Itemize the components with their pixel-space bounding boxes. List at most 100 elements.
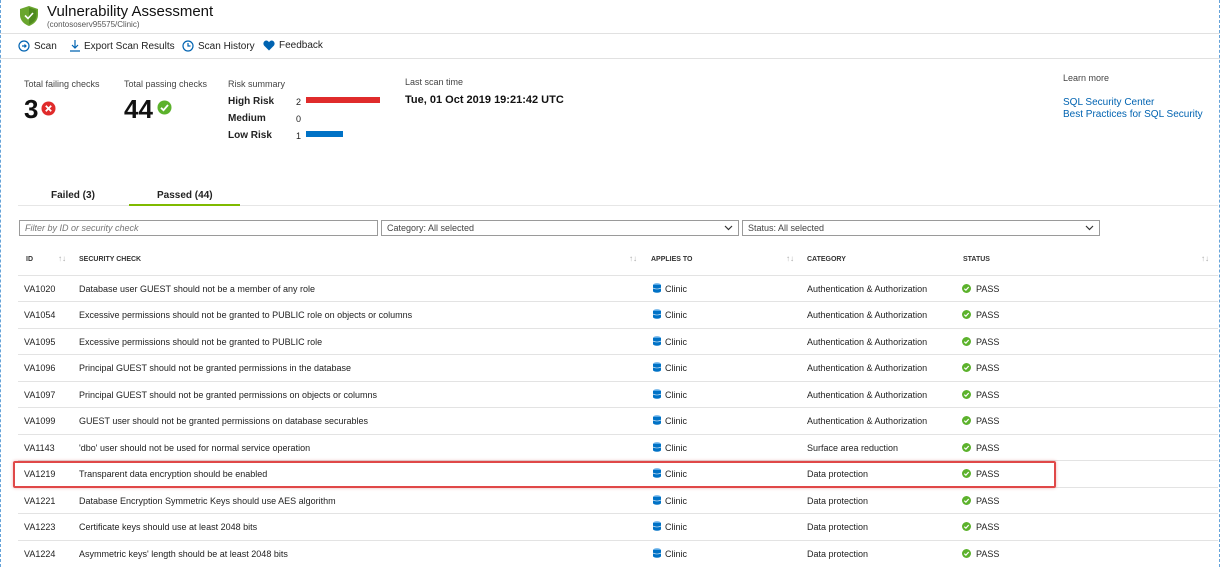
- row-id: VA1020: [24, 284, 56, 294]
- database-icon: [653, 415, 661, 426]
- table-row[interactable]: VA1095 Excessive permissions should not b…: [18, 327, 1218, 355]
- row-security-check: Asymmetric keys' length should be at lea…: [79, 548, 288, 559]
- row-applies-to: Clinic: [665, 495, 688, 506]
- row-security-check: Principal GUEST should not be granted pe…: [79, 389, 377, 400]
- database-icon: [653, 547, 661, 558]
- row-status: PASS: [976, 548, 1000, 559]
- command-bar: Scan Export Scan Results Scan History Fe…: [0, 34, 1220, 59]
- status-filter-dropdown[interactable]: Status: All selected: [742, 220, 1100, 236]
- row-category: Data protection: [807, 495, 869, 506]
- row-id: VA1224: [24, 548, 56, 559]
- row-category: Authentication & Authorization: [807, 310, 928, 321]
- row-id: VA1099: [24, 416, 56, 427]
- high-risk-count: 2: [296, 97, 302, 107]
- row-status: PASS: [976, 495, 1000, 506]
- best-practices-link[interactable]: Best Practices for SQL Security: [1063, 109, 1203, 120]
- history-icon: [182, 40, 194, 52]
- row-applies-to: Clinic: [665, 548, 688, 559]
- column-header-id[interactable]: ID: [26, 256, 33, 263]
- medium-risk-count: 0: [296, 114, 302, 124]
- tab-failed[interactable]: Failed (3): [51, 190, 95, 201]
- table-row[interactable]: VA1099 GUEST user should not be granted p…: [18, 407, 1218, 434]
- row-id: VA1097: [24, 389, 56, 400]
- database-icon: [653, 336, 661, 346]
- low-risk-label: Low Risk: [228, 130, 272, 141]
- table-row[interactable]: VA1223 Certificate keys should use at lea…: [18, 513, 1218, 540]
- low-risk-count: 1: [296, 131, 302, 141]
- row-security-check: Certificate keys should use at least 204…: [79, 522, 258, 533]
- sort-icon[interactable]: ↑↓: [629, 254, 637, 263]
- row-applies-to: Clinic: [665, 522, 688, 533]
- database-icon: [653, 521, 661, 531]
- search-filter-input[interactable]: [19, 220, 378, 236]
- passing-checks-label: Total passing checks: [124, 79, 208, 89]
- category-filter-dropdown[interactable]: Category: All selected: [381, 220, 739, 236]
- row-status: PASS: [976, 284, 1000, 294]
- pass-status-icon: [962, 548, 971, 558]
- sql-security-center-link[interactable]: SQL Security Center: [1063, 97, 1154, 108]
- pass-check-icon: [157, 100, 172, 115]
- row-id: VA1096: [24, 363, 56, 374]
- row-category: Authentication & Authorization: [807, 336, 928, 347]
- table-row[interactable]: VA1020 Database user GUEST should not be …: [18, 275, 1218, 302]
- fail-x-icon: [41, 101, 56, 116]
- table-row[interactable]: VA1143 'dbo' user should not be used for …: [18, 433, 1218, 461]
- scan-history-button[interactable]: Scan History: [182, 40, 255, 52]
- table-row[interactable]: VA1097 Principal GUEST should not be gran…: [18, 380, 1218, 408]
- chevron-down-icon: [724, 225, 733, 231]
- export-scan-results-button[interactable]: Export Scan Results: [70, 40, 175, 52]
- blade-header: Vulnerability Assessment (contososerv955…: [0, 0, 1220, 34]
- pass-status-icon: [962, 522, 971, 532]
- pass-status-icon: [962, 310, 971, 320]
- row-security-check: Database user GUEST should not be a memb…: [79, 284, 315, 294]
- column-header-category[interactable]: CATEGORY: [807, 256, 846, 263]
- sort-icon[interactable]: ↑↓: [58, 254, 66, 263]
- export-label: Export Scan Results: [84, 40, 175, 52]
- scan-label: Scan: [34, 40, 57, 52]
- pass-status-icon: [962, 495, 971, 505]
- high-risk-bar: [306, 97, 380, 103]
- feedback-button[interactable]: Feedback: [263, 40, 323, 51]
- table-row[interactable]: VA1224 Asymmetric keys' length should be …: [18, 539, 1218, 567]
- pass-status-icon: [962, 284, 971, 293]
- row-applies-to: Clinic: [665, 389, 688, 400]
- column-header-applies-to[interactable]: APPLIES TO: [651, 256, 693, 263]
- row-id: VA1143: [24, 442, 55, 453]
- database-icon: [653, 309, 661, 320]
- last-scan-label: Last scan time: [405, 77, 464, 87]
- column-header-status[interactable]: STATUS: [963, 256, 990, 263]
- security-shield-icon: [20, 6, 38, 26]
- scan-button[interactable]: Scan: [18, 40, 57, 52]
- table-row[interactable]: VA1054 Excessive permissions should not b…: [18, 301, 1218, 328]
- row-status: PASS: [976, 310, 1000, 321]
- row-id: VA1095: [24, 336, 56, 347]
- row-status: PASS: [976, 416, 1000, 427]
- row-status: PASS: [976, 389, 1000, 400]
- table-row[interactable]: VA1221 Database Encryption Symmetric Keys…: [18, 486, 1218, 514]
- sort-icon[interactable]: ↑↓: [1201, 254, 1209, 263]
- database-icon: [653, 441, 661, 452]
- row-security-check: Excessive permissions should not be gran…: [79, 310, 413, 321]
- row-category: Authentication & Authorization: [807, 416, 928, 427]
- download-icon: [70, 40, 80, 52]
- medium-risk-label: Medium: [228, 113, 266, 124]
- database-icon: [653, 494, 661, 505]
- chevron-down-icon: [1085, 225, 1094, 231]
- row-category: Data protection: [807, 548, 869, 559]
- row-status: PASS: [976, 363, 1000, 374]
- sort-icon[interactable]: ↑↓: [786, 254, 794, 263]
- row-category: Authentication & Authorization: [807, 389, 928, 400]
- table-row[interactable]: VA1096 Principal GUEST should not be gran…: [18, 354, 1218, 381]
- column-header-security-check[interactable]: SECURITY CHECK: [79, 256, 141, 263]
- history-label: Scan History: [198, 40, 255, 52]
- row-status: PASS: [976, 336, 1000, 347]
- tab-passed[interactable]: Passed (44): [157, 190, 213, 201]
- row-security-check: Excessive permissions should not be gran…: [79, 336, 323, 347]
- database-icon: [653, 362, 661, 373]
- row-category: Authentication & Authorization: [807, 363, 928, 374]
- row-security-check: Principal GUEST should not be granted pe…: [79, 363, 351, 374]
- category-filter-value: Category: All selected: [387, 223, 475, 233]
- active-tab-indicator: [129, 204, 240, 206]
- row-id: VA1223: [24, 522, 56, 533]
- pass-status-icon: [962, 336, 971, 346]
